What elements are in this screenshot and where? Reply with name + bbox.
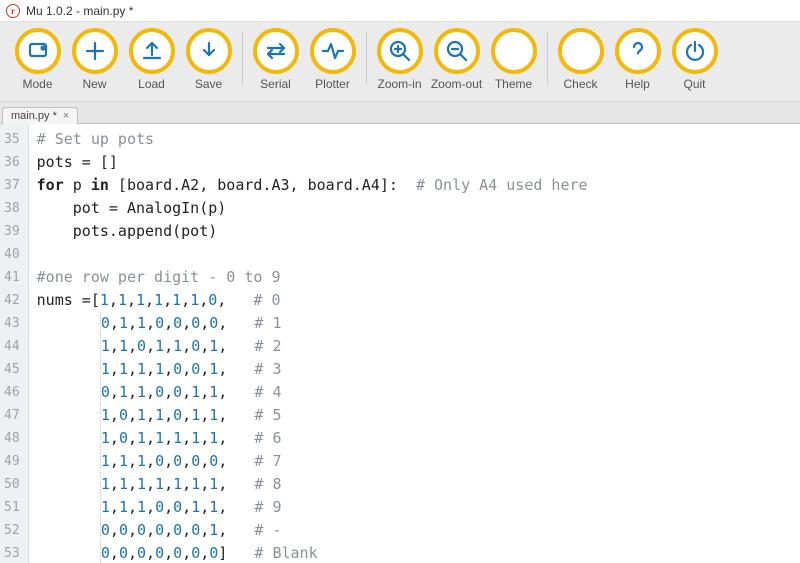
code-line[interactable]: 0,0,0,0,0,0,0] # Blank: [37, 542, 588, 563]
help-icon: [615, 28, 661, 74]
serial-button[interactable]: Serial: [248, 26, 303, 99]
window-title: Mu 1.0.2 - main.py *: [26, 4, 133, 18]
toolbar-label: Plotter: [315, 77, 350, 91]
line-number: 37: [4, 174, 20, 197]
help-button[interactable]: Help: [610, 26, 665, 99]
line-number: 50: [4, 473, 20, 496]
new-button[interactable]: New: [67, 26, 122, 99]
line-number: 46: [4, 381, 20, 404]
code-line[interactable]: 0,1,1,0,0,1,1, # 4: [37, 381, 588, 404]
plotter-button[interactable]: Plotter: [305, 26, 360, 99]
line-gutter: 35363738394041424344454647484950515253: [0, 124, 29, 563]
code-line[interactable]: # Set up pots: [37, 128, 588, 151]
power-icon: [672, 28, 718, 74]
thumbs-up-icon: [558, 28, 604, 74]
line-number: 45: [4, 358, 20, 381]
load-icon: [129, 28, 175, 74]
save-button[interactable]: Save: [181, 26, 236, 99]
line-number: 52: [4, 519, 20, 542]
code-line[interactable]: 1,0,1,1,0,1,1, # 5: [37, 404, 588, 427]
line-number: 42: [4, 289, 20, 312]
save-icon: [186, 28, 232, 74]
toolbar-label: Save: [195, 77, 222, 91]
line-number: 48: [4, 427, 20, 450]
pulse-icon: [310, 28, 356, 74]
quit-button[interactable]: Quit: [667, 26, 722, 99]
tabbar: main.py * ×: [0, 102, 800, 124]
line-number: 40: [4, 243, 20, 266]
toolbar-label: Check: [563, 77, 597, 91]
plus-icon: [72, 28, 118, 74]
line-number: 35: [4, 128, 20, 151]
code-line[interactable]: for p in [board.A2, board.A3, board.A4]:…: [37, 174, 588, 197]
toolbar-group: Zoom-in Zoom-out Theme: [366, 26, 547, 99]
app-logo-icon: r: [6, 4, 20, 18]
check-button[interactable]: Check: [553, 26, 608, 99]
code-area[interactable]: # Set up potspots = []for p in [board.A2…: [29, 124, 596, 563]
zoom-in-icon: [377, 28, 423, 74]
code-line[interactable]: 1,1,1,1,1,1,1, # 8: [37, 473, 588, 496]
toolbar-group: Mode New Load Save: [4, 26, 242, 99]
line-number: 36: [4, 151, 20, 174]
code-line[interactable]: 1,1,1,0,0,0,0, # 7: [37, 450, 588, 473]
code-line[interactable]: pot = AnalogIn(p): [37, 197, 588, 220]
theme-button[interactable]: Theme: [486, 26, 541, 99]
toolbar-group: Check Help Quit: [547, 26, 728, 99]
code-line[interactable]: #one row per digit - 0 to 9: [37, 266, 588, 289]
toolbar-label: Mode: [22, 77, 52, 91]
code-line[interactable]: pots.append(pot): [37, 220, 588, 243]
line-number: 41: [4, 266, 20, 289]
transfer-icon: [253, 28, 299, 74]
zoom-out-icon: [434, 28, 480, 74]
tab-label: main.py *: [11, 110, 57, 122]
toolbar-label: Help: [625, 77, 650, 91]
toolbar-label: Zoom-in: [377, 77, 421, 91]
moon-icon: [491, 28, 537, 74]
toolbar-label: Serial: [260, 77, 291, 91]
code-editor[interactable]: 35363738394041424344454647484950515253 #…: [0, 124, 800, 563]
mode-button[interactable]: Mode: [10, 26, 65, 99]
line-number: 43: [4, 312, 20, 335]
line-number: 47: [4, 404, 20, 427]
toolbar: ModeNewLoadSaveSerialPlotterZoom-inZoom-…: [0, 22, 800, 102]
line-number: 49: [4, 450, 20, 473]
zoomout-button[interactable]: Zoom-out: [429, 26, 484, 99]
toolbar-label: New: [82, 77, 106, 91]
code-line[interactable]: pots = []: [37, 151, 588, 174]
code-line[interactable]: nums =[1,1,1,1,1,1,0, # 0: [37, 289, 588, 312]
toolbar-label: Load: [138, 77, 165, 91]
code-line[interactable]: 1,1,1,0,0,1,1, # 9: [37, 496, 588, 519]
line-number: 38: [4, 197, 20, 220]
code-line[interactable]: 0,0,0,0,0,0,1, # -: [37, 519, 588, 542]
toolbar-label: Quit: [683, 77, 705, 91]
toolbar-group: Serial Plotter: [242, 26, 366, 99]
code-line[interactable]: 1,1,1,1,0,0,1, # 3: [37, 358, 588, 381]
line-number: 53: [4, 542, 20, 563]
load-button[interactable]: Load: [124, 26, 179, 99]
titlebar: r Mu 1.0.2 - main.py *: [0, 0, 800, 22]
zoomin-button[interactable]: Zoom-in: [372, 26, 427, 99]
line-number: 51: [4, 496, 20, 519]
tab-mainpy[interactable]: main.py * ×: [2, 107, 78, 124]
toolbar-label: Zoom-out: [431, 77, 482, 91]
code-line[interactable]: 1,1,0,1,1,0,1, # 2: [37, 335, 588, 358]
toolbar-label: Theme: [495, 77, 532, 91]
code-line[interactable]: [37, 243, 588, 266]
line-number: 44: [4, 335, 20, 358]
code-line[interactable]: 0,1,1,0,0,0,0, # 1: [37, 312, 588, 335]
close-icon[interactable]: ×: [63, 110, 69, 122]
mode-icon: [15, 28, 61, 74]
code-line[interactable]: 1,0,1,1,1,1,1, # 6: [37, 427, 588, 450]
line-number: 39: [4, 220, 20, 243]
